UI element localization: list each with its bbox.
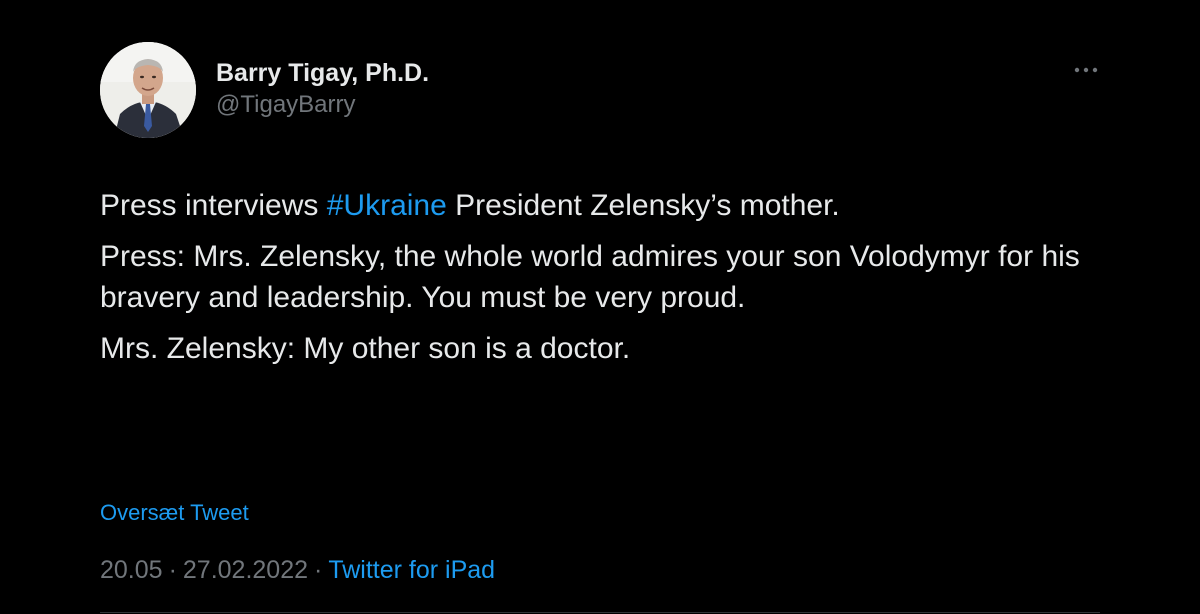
tweet-date[interactable]: 27.02.2022 bbox=[183, 556, 308, 584]
tweet-text: Press interviews #Ukraine President Zele… bbox=[100, 185, 1100, 379]
tweet-paragraph: Press interviews #Ukraine President Zele… bbox=[100, 185, 1100, 226]
tweet-text-segment: President Zelensky’s mother. bbox=[446, 189, 840, 222]
hashtag-link[interactable]: #Ukraine bbox=[327, 189, 447, 222]
translate-tweet-link[interactable]: Oversæt Tweet bbox=[100, 500, 249, 526]
author-block: Barry Tigay, Ph.D. @TigayBarry bbox=[216, 58, 429, 120]
meta-separator: · bbox=[168, 556, 177, 584]
tweet-text-segment: Press interviews bbox=[100, 189, 327, 222]
tweet-paragraph: Press: Mrs. Zelensky, the whole world ad… bbox=[100, 240, 1080, 314]
author-display-name[interactable]: Barry Tigay, Ph.D. bbox=[216, 58, 429, 88]
more-horizontal-icon bbox=[1074, 67, 1098, 73]
avatar[interactable] bbox=[100, 42, 196, 138]
tweet-paragraph: Mrs. Zelensky: My other son is a doctor. bbox=[100, 332, 631, 365]
tweet-meta: 20.05 · 27.02.2022 · Twitter for iPad bbox=[100, 556, 495, 585]
author-handle[interactable]: @TigayBarry bbox=[216, 90, 429, 120]
more-options-button[interactable] bbox=[1066, 58, 1106, 82]
tweet-time[interactable]: 20.05 bbox=[100, 556, 163, 584]
meta-separator: · bbox=[314, 556, 323, 584]
divider bbox=[100, 612, 1100, 613]
tweet-source-link[interactable]: Twitter for iPad bbox=[328, 556, 495, 584]
tweet-container: Barry Tigay, Ph.D. @TigayBarry Press int… bbox=[0, 0, 1200, 614]
profile-photo-icon bbox=[100, 42, 196, 138]
